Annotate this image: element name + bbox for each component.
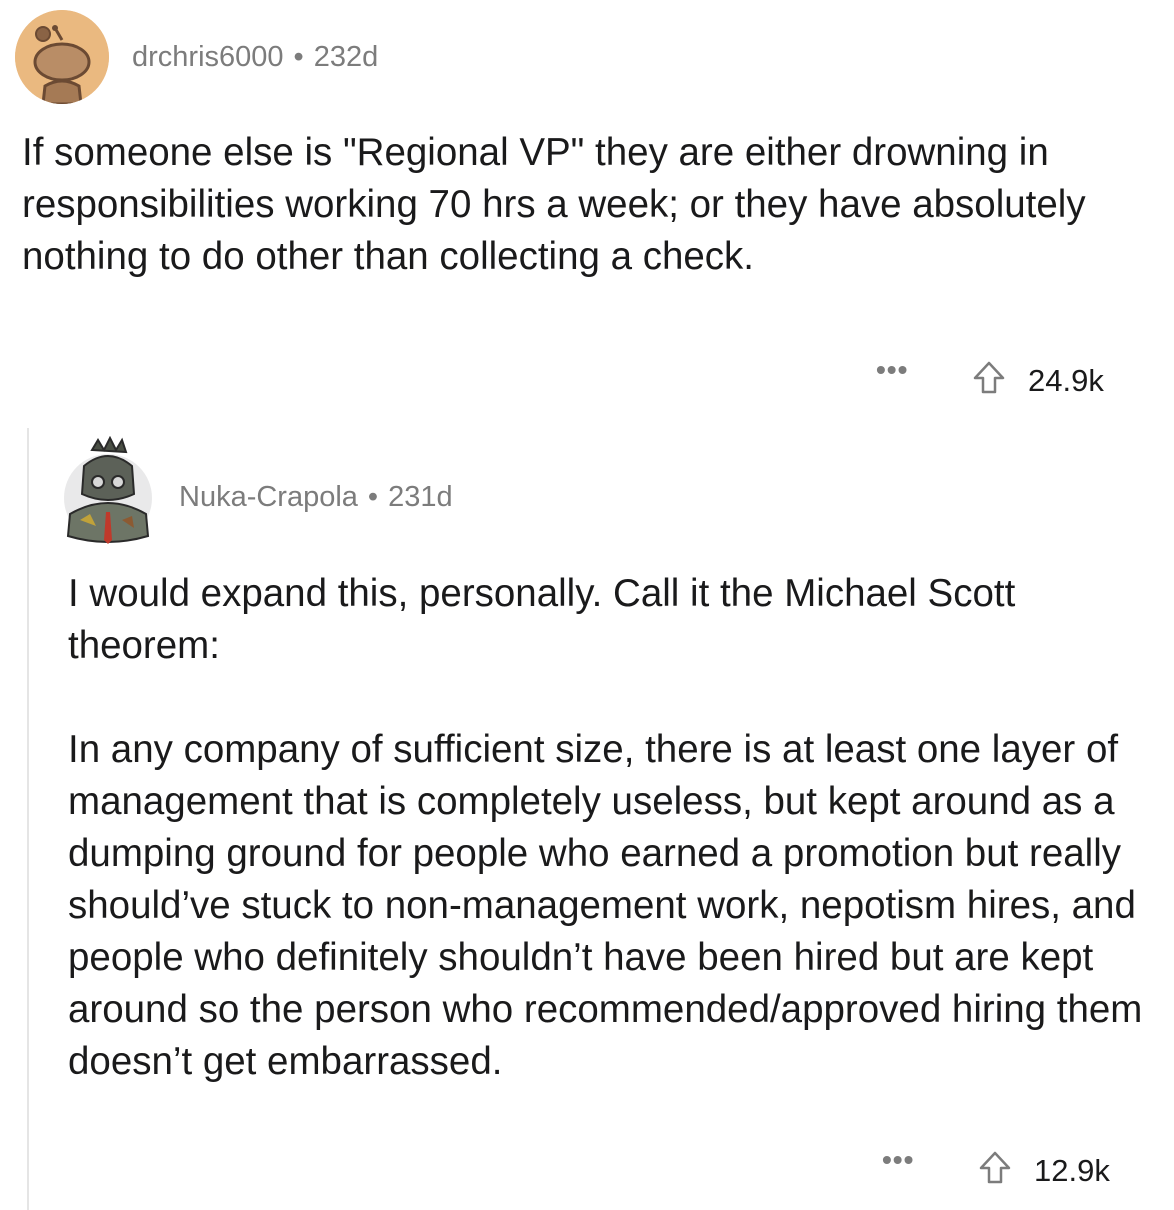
comment-body: If someone else is "Regional VP" they ar… [22,131,1086,278]
custom-avatar-icon [64,435,152,544]
comment-meta: drchris6000 • 232d [132,37,378,77]
upvote-arrow-icon[interactable] [978,1150,1012,1191]
snoo-avatar-icon [15,10,109,104]
comment-age: 231d [388,481,453,513]
reply-paragraph: I would expand this, personally. Call it… [68,572,1016,667]
avatar[interactable] [15,10,109,104]
vote-group: 12.9k [978,1150,1110,1191]
reply-avatar[interactable] [60,435,156,544]
reply-paragraph: In any company of sufficient size, there… [68,728,1143,1083]
vote-group: 24.9k [972,360,1104,401]
more-options-icon[interactable]: ••• [876,354,908,386]
thread-line[interactable] [27,428,29,1210]
upvote-arrow-icon[interactable] [972,360,1006,401]
username[interactable]: Nuka-Crapola [179,481,358,513]
username[interactable]: drchris6000 [132,41,284,73]
vote-count: 12.9k [1034,1152,1110,1188]
comment-age: 232d [313,41,379,73]
separator-dot: • [293,41,304,73]
more-options-icon[interactable]: ••• [882,1144,914,1176]
reply-body: I would expand this, personally. Call it… [68,568,1158,1088]
reply-actions: ••• 12.9k [0,1142,1174,1192]
vote-count: 24.9k [1028,362,1104,398]
separator-dot: • [367,481,379,513]
comment-actions: ••• 24.9k [0,352,1174,402]
reply-meta: Nuka-Crapola • 231d [179,477,453,517]
